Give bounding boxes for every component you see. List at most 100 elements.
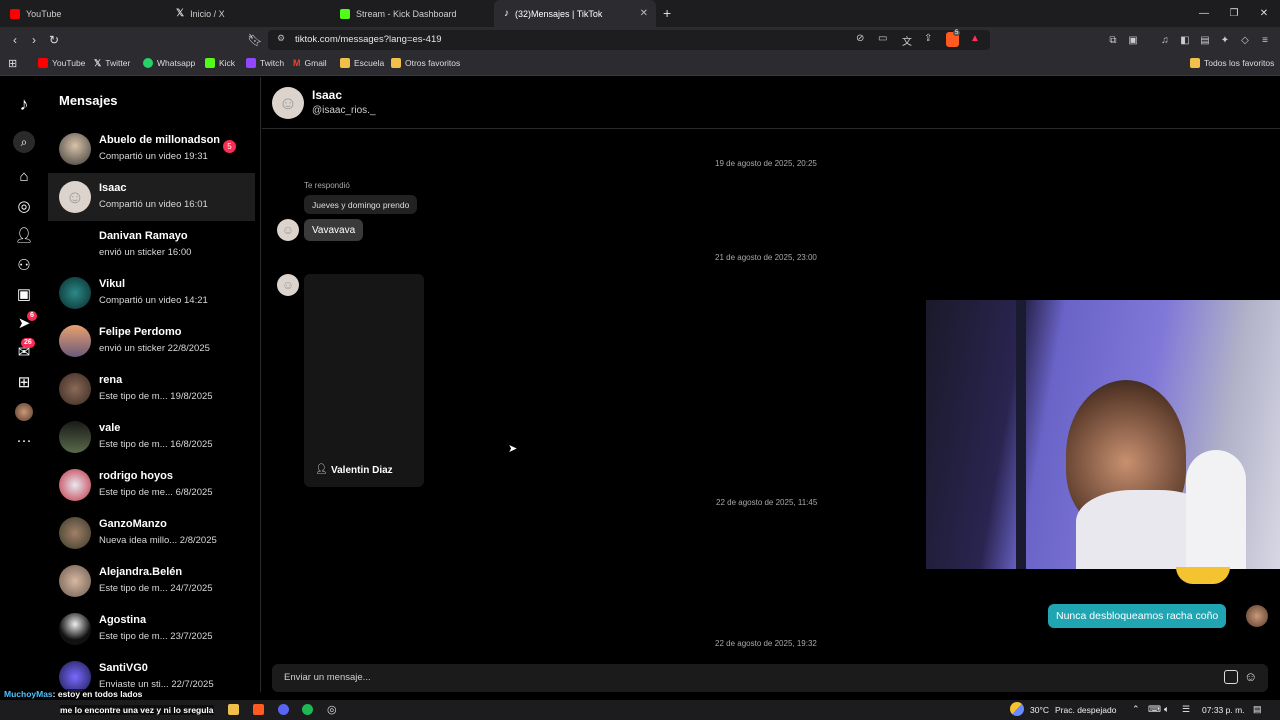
- site-info-icon[interactable]: ⚙: [277, 33, 285, 44]
- bookmark-kick[interactable]: Kick: [205, 56, 235, 70]
- bookmark-escuela[interactable]: Escuela: [340, 56, 384, 70]
- bookmark-otros[interactable]: Otros favoritos: [391, 56, 460, 70]
- bookmark-label: Gmail: [304, 58, 327, 68]
- conversation-item[interactable]: Felipe Perdomo envió un sticker 22/8/202…: [48, 317, 255, 365]
- obs-icon[interactable]: ◎: [327, 703, 337, 716]
- avatar: [59, 565, 91, 597]
- home-icon[interactable]: ⌂: [12, 164, 36, 188]
- tab-kick[interactable]: Stream - Kick Dashboard: [330, 0, 494, 27]
- folder-icon: [391, 58, 401, 68]
- timestamp: 22 de agosto de 2025, 19:32: [715, 639, 817, 648]
- emoji-partial: [1176, 567, 1230, 584]
- conversation-name: GanzoManzo: [99, 518, 167, 530]
- bookmark-whatsapp[interactable]: Whatsapp: [143, 56, 195, 70]
- chat-avatar[interactable]: ☺: [272, 87, 304, 119]
- bookmark-gmail[interactable]: M Gmail: [293, 56, 327, 70]
- following-icon[interactable]: 👤︎: [12, 223, 36, 247]
- all-bookmarks[interactable]: Todos los favoritos: [1190, 56, 1274, 70]
- sender-avatar[interactable]: ☺: [277, 219, 299, 241]
- conversation-item[interactable]: rodrigo hoyos Este tipo de me... 6/8/202…: [48, 461, 255, 509]
- translate-icon[interactable]: 文: [902, 33, 912, 48]
- conversation-item[interactable]: Vikul Compartió un video 14:21: [48, 269, 255, 317]
- clock[interactable]: 07:33 p. m.: [1202, 705, 1245, 715]
- network-icon[interactable]: ⌨: [1148, 704, 1161, 715]
- menu-icon[interactable]: ≡: [1258, 33, 1272, 47]
- reload-icon[interactable]: ↻: [44, 30, 64, 50]
- conversation-item[interactable]: SantiVG0 Enviaste un sti... 22/7/2025: [48, 653, 255, 692]
- emoji-icon[interactable]: ☺: [1244, 669, 1257, 684]
- vpn-icon[interactable]: ◇: [1238, 33, 1252, 47]
- conversation-item[interactable]: Alejandra.Belén Este tipo de m... 24/7/2…: [48, 557, 255, 605]
- conversation-item[interactable]: Abuelo de millonadson Compartió un video…: [48, 125, 255, 173]
- wallet2-icon[interactable]: ▤: [1198, 33, 1212, 47]
- cast-icon[interactable]: ▭: [878, 33, 887, 44]
- weather-icon[interactable]: [1010, 702, 1024, 716]
- bookmark-youtube[interactable]: YouTube: [38, 56, 85, 70]
- upload-icon[interactable]: ⊞: [12, 370, 36, 394]
- message-bubble[interactable]: Vavavava: [304, 219, 364, 241]
- brave-rewards-icon[interactable]: ▲: [970, 33, 980, 44]
- restore-icon[interactable]: ❐: [1218, 0, 1250, 27]
- forward-icon[interactable]: ›: [24, 30, 44, 50]
- image-upload-icon[interactable]: [1224, 670, 1238, 684]
- wifi-icon[interactable]: ☰: [1182, 704, 1190, 715]
- friends-icon[interactable]: ⚇: [12, 253, 36, 277]
- messages-icon[interactable]: ✉ 26: [12, 338, 36, 364]
- bookmark-twitch[interactable]: Twitch: [246, 56, 284, 70]
- timestamp: 19 de agosto de 2025, 20:25: [715, 159, 817, 168]
- back-icon[interactable]: ‹: [5, 30, 25, 50]
- extensions-icon[interactable]: ⧉: [1106, 33, 1120, 47]
- sender-avatar[interactable]: ☺: [277, 274, 299, 296]
- wallet-icon[interactable]: ▣: [1126, 33, 1140, 47]
- new-tab-icon[interactable]: +: [663, 5, 671, 21]
- conversation-item[interactable]: ☺ Isaac Compartió un video 16:01: [48, 173, 255, 221]
- tab-tiktok[interactable]: ♪ (32)Mensajes | TikTok ✕: [494, 0, 656, 27]
- conversation-item[interactable]: Agostina Este tipo de m... 23/7/2025: [48, 605, 255, 653]
- avatar: [59, 469, 91, 501]
- brave-icon[interactable]: [253, 704, 264, 715]
- conversation-preview: Este tipo de me... 6/8/2025: [99, 487, 213, 498]
- stream-chat-line: MuchoyMas: estoy en todos lados: [2, 689, 145, 699]
- profile-avatar[interactable]: [15, 403, 33, 421]
- file-explorer-icon[interactable]: [228, 704, 239, 715]
- volume-icon[interactable]: 🔈︎: [1164, 704, 1169, 715]
- sidebar-icon[interactable]: ◧: [1178, 33, 1192, 47]
- discord-icon[interactable]: [278, 704, 289, 715]
- no-tracking-icon[interactable]: ⊘: [856, 33, 864, 44]
- chat-name[interactable]: Isaac: [312, 88, 342, 102]
- tab-x[interactable]: 𝕏 Inicio / X: [166, 0, 330, 27]
- close-window-icon[interactable]: ✕: [1248, 0, 1280, 27]
- bookmark-icon[interactable]: 🔖︎: [245, 30, 265, 50]
- inbox-icon[interactable]: ➤ 6: [12, 311, 37, 335]
- explore-icon[interactable]: ◎: [12, 194, 36, 218]
- apps-grid-icon[interactable]: ⊞: [8, 56, 17, 70]
- address-bar[interactable]: ⚙ tiktok.com/messages?lang=es-419 ⊘ ▭ 文 …: [268, 30, 990, 50]
- tray-chevron-icon[interactable]: ⌃: [1132, 704, 1140, 715]
- conversation-item[interactable]: rena Este tipo de m... 19/8/2025: [48, 365, 255, 413]
- media-icon[interactable]: ♫: [1158, 33, 1172, 47]
- tiktok-logo-icon[interactable]: ♪: [12, 92, 36, 116]
- more-icon[interactable]: ···: [12, 428, 36, 452]
- spotify-icon[interactable]: [302, 704, 313, 715]
- conversation-item[interactable]: vale Este tipo de m... 16/8/2025: [48, 413, 255, 461]
- leo-icon[interactable]: ✦: [1218, 33, 1232, 47]
- search-icon[interactable]: ⌕: [13, 131, 35, 153]
- minimize-icon[interactable]: —: [1188, 0, 1220, 27]
- live-icon[interactable]: ▣: [12, 282, 36, 306]
- shared-video-card[interactable]: 👤︎ Valentin Diaz: [304, 274, 424, 487]
- share-icon[interactable]: ⇪: [924, 33, 932, 44]
- my-avatar[interactable]: [1246, 605, 1268, 627]
- cursor-icon: ➤: [508, 443, 518, 455]
- conversation-item[interactable]: GanzoManzo Nueva idea millo... 2/8/2025: [48, 509, 255, 557]
- bookmark-twitter[interactable]: 𝕏 Twitter: [94, 56, 130, 70]
- close-tab-icon[interactable]: ✕: [640, 8, 648, 19]
- message-input[interactable]: Enviar un mensaje... ☺: [272, 664, 1268, 692]
- conversation-item[interactable]: Danivan Ramayo envió un sticker 16:00: [48, 221, 255, 269]
- input-placeholder: Enviar un mensaje...: [284, 672, 371, 683]
- avatar: [59, 421, 91, 453]
- conversation-name: Agostina: [99, 614, 147, 626]
- tab-youtube[interactable]: YouTube: [0, 0, 166, 27]
- sent-message-bubble[interactable]: Nunca desbloqueamos racha coño: [1048, 604, 1227, 628]
- notifications-icon[interactable]: ▤: [1253, 704, 1262, 715]
- bookmark-label: Todos los favoritos: [1204, 58, 1275, 68]
